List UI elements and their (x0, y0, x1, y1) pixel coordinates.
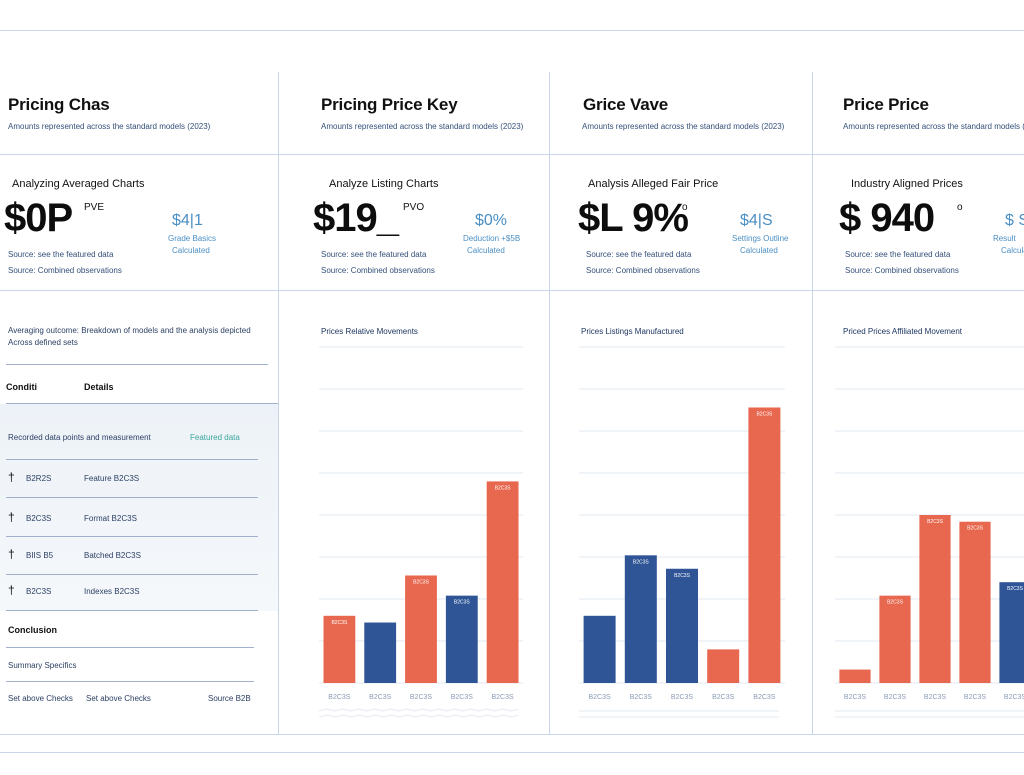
divider (6, 681, 254, 682)
x-tick-label: B2C3S (884, 694, 907, 701)
bar[interactable] (748, 407, 781, 683)
decorative-wave (318, 708, 520, 712)
bar[interactable] (879, 595, 911, 683)
top-rule (0, 30, 1024, 31)
bar-chart-3: B2C3S B2C3S B2C3S B2C3S B2C3S B2C3S B2C3S B2C3S… (835, 346, 1024, 718)
pin-icon: † (8, 547, 15, 561)
bar[interactable] (919, 515, 951, 683)
data-label: B2C3S (633, 559, 650, 565)
price-panel-1: Pricing Price Key Amounts represented ac… (278, 72, 549, 734)
page-footer-rule (0, 752, 1024, 753)
bar[interactable] (624, 555, 657, 683)
left-side-sub2: Calculated (172, 246, 210, 255)
left-kpi-value: $0P (4, 196, 73, 240)
footer-note: Summary Specifics (8, 661, 77, 670)
row-col1: B2C3S (26, 514, 52, 523)
data-label: B2C3S (454, 600, 471, 606)
row-col1: B2R2S (26, 474, 52, 483)
price-panel-2: Grice Vave Amounts represented across th… (549, 72, 812, 734)
data-label: B2C3S (1007, 586, 1024, 592)
row-col1: B2C3S (26, 587, 52, 596)
pin-icon: † (8, 510, 15, 524)
row-col1: BIIS B5 (26, 551, 54, 560)
left-note-1: Source: see the featured data (8, 250, 114, 259)
x-tick-label: B2C3S (671, 694, 694, 701)
bar[interactable] (323, 615, 356, 683)
x-tick-label: B2C3S (753, 694, 776, 701)
divider (6, 536, 258, 537)
data-label: B2C3S (887, 600, 904, 606)
bar-chart-2: B2C3S B2C3S B2C3S B2C3S B2C3S B2C3S B2C3S B2C3S (579, 346, 785, 718)
left-subtitle: Amounts represented across the standard … (8, 122, 211, 131)
x-tick-label: B2C3S (964, 694, 987, 701)
bar[interactable] (445, 595, 478, 683)
left-title: Pricing Chas (8, 95, 110, 114)
x-tick-label: B2C3S (924, 694, 947, 701)
x-tick-label: B2C3S (369, 694, 392, 701)
table-header-2: Details (84, 382, 114, 392)
price-panel-3: Price Price Amounts represented across t… (812, 72, 1024, 734)
data-label: B2C3S (927, 519, 944, 525)
bar[interactable] (486, 481, 519, 683)
row-col2: Feature B2C3S (84, 474, 140, 483)
left-desc-2: Across defined sets (8, 338, 78, 347)
x-tick-label: B2C3S (492, 694, 515, 701)
table-caption-right: Featured data (190, 433, 240, 442)
left-note-2: Source: Combined observations (8, 266, 122, 275)
table-caption: Recorded data points and measurement (8, 433, 151, 442)
left-desc-1: Averaging outcome: Breakdown of models a… (8, 326, 251, 335)
x-tick-label: B2C3S (451, 694, 474, 701)
bar[interactable] (583, 615, 616, 683)
x-tick-label: B2C3S (712, 694, 735, 701)
divider (6, 574, 258, 575)
decorative-wave (318, 714, 520, 718)
pin-icon: † (8, 470, 15, 484)
data-label: B2C3S (674, 573, 691, 579)
bar-chart-1: B2C3S B2C3S B2C3S B2C3S B2C3S B2C3S B2C3S B2C3S… (318, 346, 523, 718)
divider (6, 459, 258, 460)
x-tick-label: B2C3S (844, 694, 867, 701)
x-tick-label: B2C3S (410, 694, 433, 701)
bar[interactable] (839, 669, 871, 683)
row-col2: Format B2C3S (84, 514, 137, 523)
table-header-1: Conditi (6, 382, 37, 392)
data-label: B2C3S (413, 579, 430, 585)
data-label: B2C3S (967, 526, 984, 532)
footer-left-2: Set above Checks (86, 694, 151, 703)
x-tick-label: B2C3S (328, 694, 351, 701)
bar[interactable] (405, 575, 437, 683)
left-side-value: $4|1 (172, 212, 203, 229)
bar[interactable] (999, 582, 1024, 683)
row-col2: Indexes B2C3S (84, 587, 140, 596)
left-kpi-label: Analyzing Averaged Charts (12, 178, 145, 190)
pin-icon: † (8, 583, 15, 597)
bar[interactable] (364, 622, 397, 683)
data-label: B2C3S (331, 620, 348, 626)
data-label: B2C3S (495, 485, 512, 491)
divider (6, 647, 254, 648)
divider (6, 610, 258, 611)
x-tick-label: B2C3S (630, 694, 653, 701)
footer-left-1: Set above Checks (8, 694, 73, 703)
data-label: B2C3S (756, 411, 773, 417)
footer-right: Source B2B (208, 694, 251, 703)
row-col2: Batched B2C3S (84, 551, 141, 560)
footer-label: Conclusion (8, 625, 57, 635)
x-tick-label: B2C3S (1004, 694, 1024, 701)
bar[interactable] (959, 521, 991, 683)
left-side-sub1: Grade Basics (168, 234, 217, 243)
left-kpi-sup: PVE (84, 202, 105, 213)
x-tick-label: B2C3S (589, 694, 612, 701)
bar[interactable] (666, 568, 698, 683)
bar[interactable] (707, 649, 740, 683)
bottom-rule (0, 734, 1024, 735)
divider (6, 497, 258, 498)
divider (6, 364, 268, 365)
